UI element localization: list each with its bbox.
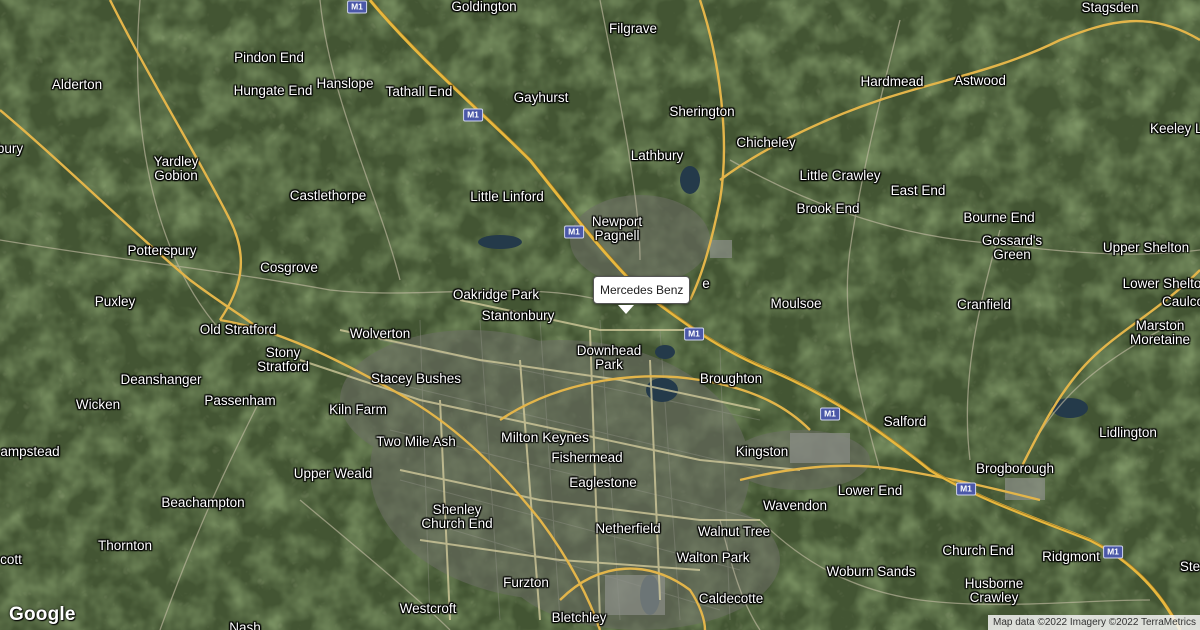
place-label: Wolverton [349, 326, 411, 341]
place-label: Sherington [669, 104, 735, 119]
place-label: Castlethorpe [289, 188, 367, 203]
m1-shield: M1 [347, 0, 367, 14]
location-marker-label[interactable]: Mercedes Benz [593, 276, 691, 304]
place-label: Salford [883, 414, 927, 429]
m1-shield: M1 [564, 225, 584, 239]
place-label: Beachampton [161, 495, 245, 510]
place-label: Yardley Gobion [153, 154, 199, 183]
place-label: Ridgmont [1042, 549, 1100, 564]
place-label: Walton Park [676, 550, 750, 565]
place-label: Two Mile Ash [376, 434, 456, 449]
place-label: Oakridge Park [452, 287, 540, 302]
place-label: Woburn Sands [826, 564, 916, 579]
place-label: Stagsden [1081, 0, 1139, 15]
place-label: Upper Weald [293, 466, 373, 481]
place-label: Marston Moretaine [1129, 318, 1191, 347]
place-label: Bourne End [963, 210, 1035, 225]
place-label: Eaglestone [569, 475, 637, 490]
place-label: Old Stratford [199, 322, 277, 337]
place-label: Gayhurst [513, 90, 569, 105]
place-label: Newport Pagnell [591, 214, 643, 243]
google-logo: Google [9, 604, 76, 625]
place-label: Chicheley [736, 135, 796, 150]
place-label: Cranfield [956, 297, 1012, 312]
marker-pointer [618, 305, 634, 314]
place-label: Lower Shelto [1122, 276, 1200, 291]
place-label: Pindon End [234, 50, 304, 65]
place-label: Brook End [796, 201, 860, 216]
place-label: Caldecotte [698, 591, 764, 606]
place-label: Little Linford [470, 189, 544, 204]
place-label: Hardmead [860, 74, 924, 89]
place-label: Keeley La [1149, 121, 1200, 136]
place-label: ampstead [0, 444, 60, 459]
place-label: Kingston [735, 444, 789, 459]
m1-shield: M1 [684, 327, 704, 341]
m1-shield: M1 [820, 407, 840, 421]
place-label: Wicken [75, 397, 121, 412]
place-label: Tathall End [385, 84, 453, 99]
place-label: bury [0, 141, 24, 156]
place-label: Lower End [837, 483, 903, 498]
place-label: Westcroft [399, 601, 457, 616]
place-label: Lathbury [630, 148, 684, 163]
place-label: Puxley [94, 294, 136, 309]
place-label: Gossard's Green [981, 233, 1043, 262]
place-label: Goldington [451, 0, 517, 14]
place-label: East End [890, 183, 946, 198]
place-label: Wavendon [762, 498, 828, 513]
place-label: Potterspury [127, 243, 197, 258]
place-label: Church End [942, 543, 1014, 558]
place-label: cott [0, 552, 22, 567]
place-label: Caulco [1161, 294, 1200, 309]
place-label: Kiln Farm [329, 402, 387, 417]
place-label: Cosgrove [260, 260, 318, 275]
place-label: Lidlington [1099, 425, 1157, 440]
place-label: Deanshanger [120, 372, 202, 387]
place-label: Shenley Church End [421, 502, 493, 531]
map-attribution: Map data ©2022 Imagery ©2022 TerraMetric… [988, 615, 1200, 630]
place-label: Stacey Bushes [370, 371, 462, 386]
place-label: Moulsoe [770, 296, 822, 311]
m1-shield: M1 [463, 108, 483, 122]
place-label: Bletchley [551, 610, 607, 625]
place-label: Thornton [97, 538, 153, 553]
place-label: Downhead Park [576, 343, 642, 372]
place-label: Little Crawley [799, 168, 881, 183]
place-label: Astwood [954, 73, 1006, 88]
place-label: Stony Stratford [257, 345, 309, 374]
map-view[interactable]: Goldington Stagsden Filgrave Pindon End … [0, 0, 1200, 630]
place-label: Walnut Tree [697, 524, 771, 539]
place-label: Ste [1179, 559, 1200, 574]
m1-shield: M1 [1103, 545, 1123, 559]
place-label: Milton Keynes [501, 429, 589, 445]
place-label: Alderton [51, 77, 103, 92]
place-label: e [702, 276, 710, 291]
place-label: Netherfield [595, 521, 661, 536]
place-label: Upper Shelton [1102, 240, 1190, 255]
place-label: Fishermead [551, 450, 623, 465]
place-label: Hanslope [316, 76, 374, 91]
place-label: Filgrave [608, 21, 658, 36]
place-label: Nash [229, 620, 261, 630]
place-label: Furzton [503, 575, 549, 590]
place-label: Hungate End [233, 83, 313, 98]
place-label: Broughton [699, 371, 763, 386]
place-label: Passenham [204, 393, 276, 408]
place-label: Brogborough [975, 461, 1055, 476]
m1-shield: M1 [956, 482, 976, 496]
place-label: Stantonbury [481, 308, 555, 323]
place-label: Husborne Crawley [964, 576, 1024, 605]
